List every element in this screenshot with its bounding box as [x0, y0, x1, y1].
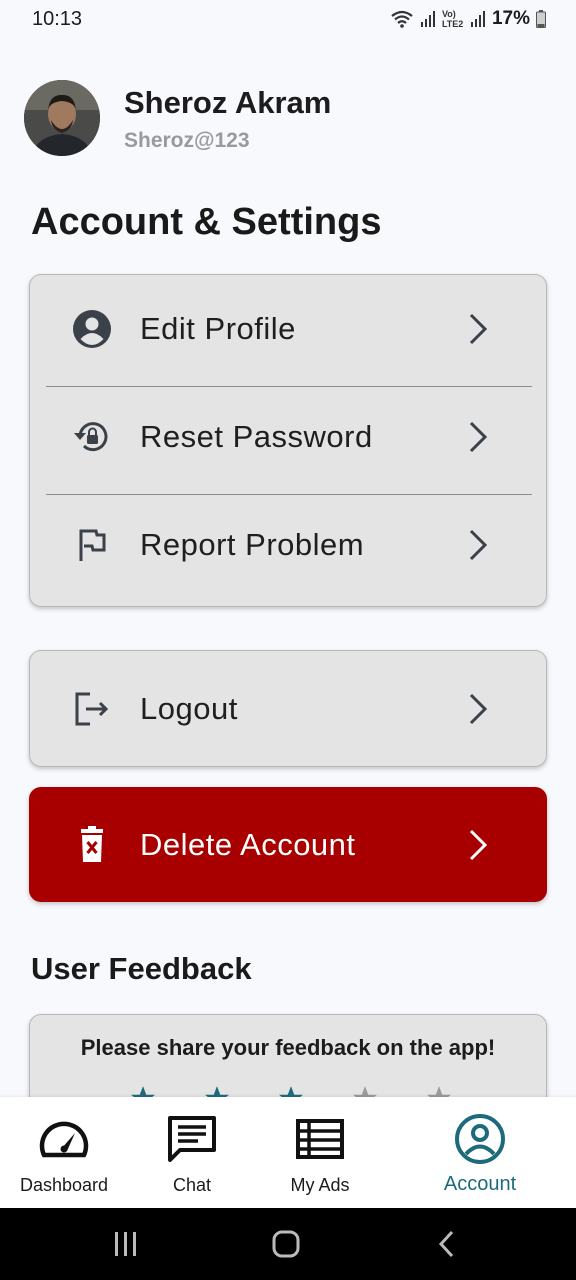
settings-menu-card: Edit Profile Reset Password Report Probl… — [29, 274, 547, 607]
bottom-nav: Dashboard Chat My Ads Account — [0, 1097, 576, 1208]
lock-reset-icon — [72, 417, 112, 457]
network-type-label: Vo) LTE2 — [441, 9, 464, 29]
list-icon — [292, 1111, 348, 1167]
status-time: 10:13 — [32, 7, 83, 30]
chevron-right-icon — [469, 693, 488, 724]
report-problem-row[interactable]: Report Problem — [30, 491, 546, 599]
chevron-right-icon — [469, 529, 488, 561]
feedback-prompt: Please share your feedback on the app! — [80, 1035, 496, 1060]
logout-row[interactable]: Logout — [30, 651, 546, 766]
logout-icon — [72, 689, 112, 729]
wifi-icon — [391, 10, 413, 28]
feedback-title: User Feedback — [31, 951, 252, 986]
status-bar: 10:13 Vo) LTE2 17% — [0, 0, 576, 38]
profile-header: Sheroz Akram Sheroz@123 — [24, 80, 331, 156]
user-name: Sheroz Akram — [124, 85, 332, 120]
speedometer-icon — [36, 1111, 92, 1167]
delete-account-row[interactable]: Delete Account — [30, 788, 546, 901]
logout-card: Logout — [29, 650, 547, 767]
home-icon[interactable] — [270, 1230, 302, 1258]
reset-password-row[interactable]: Reset Password — [30, 383, 546, 491]
avatar-photo — [24, 80, 100, 156]
account-circle-icon — [452, 1111, 508, 1167]
reset-password-label: Reset Password — [140, 419, 373, 454]
nav-chat-label: Chat — [172, 1175, 212, 1195]
battery-percent: 17% — [491, 8, 530, 29]
user-handle: Sheroz@123 — [124, 129, 250, 152]
chat-icon — [164, 1111, 220, 1167]
avatar[interactable] — [24, 80, 100, 156]
report-problem-label: Report Problem — [140, 527, 365, 562]
delete-account-label: Delete Account — [140, 826, 356, 862]
status-icons: Vo) LTE2 17% — [390, 8, 546, 30]
edit-profile-row[interactable]: Edit Profile — [30, 275, 546, 383]
nav-chat[interactable]: Chat — [152, 1097, 232, 1208]
account-circle-icon — [72, 309, 112, 349]
signal-icon-2 — [470, 11, 485, 27]
logout-label: Logout — [140, 690, 238, 726]
nav-dashboard-label: Dashboard — [19, 1175, 109, 1195]
chevron-right-icon — [469, 421, 488, 453]
recent-apps-icon[interactable] — [110, 1230, 142, 1258]
delete-account-card: Delete Account — [29, 787, 547, 902]
nav-account[interactable]: Account — [430, 1097, 530, 1208]
settings-title: Account & Settings — [31, 201, 382, 243]
signal-icon — [420, 11, 435, 27]
battery-icon — [536, 10, 546, 28]
flag-icon — [72, 525, 112, 565]
chevron-right-icon — [469, 829, 488, 860]
system-nav-bar — [0, 1208, 576, 1280]
edit-profile-label: Edit Profile — [140, 311, 296, 346]
delete-forever-icon — [72, 825, 112, 865]
nav-account-label: Account — [443, 1173, 517, 1195]
nav-dashboard[interactable]: Dashboard — [12, 1097, 116, 1208]
chevron-right-icon — [469, 313, 488, 345]
nav-my-ads-label: My Ads — [290, 1175, 350, 1195]
back-icon[interactable] — [432, 1230, 464, 1258]
nav-my-ads[interactable]: My Ads — [280, 1097, 360, 1208]
